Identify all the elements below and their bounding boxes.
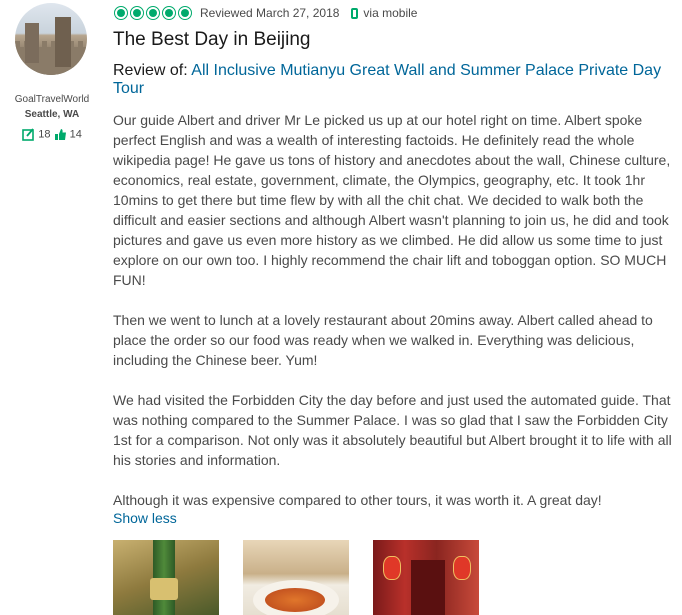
review-title[interactable]: The Best Day in Beijing: [113, 29, 311, 51]
review-of: Review of: All Inclusive Mutianyu Great …: [113, 62, 678, 98]
reviewer-username[interactable]: GoalTravelWorld: [0, 94, 104, 105]
rating-row: Reviewed March 27, 2018 via mobile: [114, 5, 417, 21]
mobile-phone-icon: [351, 7, 359, 19]
tour-link[interactable]: All Inclusive Mutianyu Great Wall and Su…: [113, 62, 661, 97]
reviewed-date: Reviewed March 27, 2018: [200, 6, 340, 20]
helpful-votes-count: 14: [69, 128, 82, 141]
show-less-link[interactable]: Show less: [113, 510, 177, 526]
review-photo-building[interactable]: [373, 540, 479, 615]
review-count-icon: [22, 128, 34, 141]
rating-bubble-icon: [130, 6, 144, 20]
review-paragraph: Our guide Albert and driver Mr Le picked…: [113, 112, 671, 288]
review-paragraph: Then we went to lunch at a lovely restau…: [113, 312, 653, 368]
review-of-label: Review of:: [113, 62, 188, 79]
rating-bubble-icon: [146, 6, 160, 20]
review-paragraph: We had visited the Forbidden City the da…: [113, 392, 672, 468]
rating-bubble-icon: [178, 6, 192, 20]
review-body: Our guide Albert and driver Mr Le picked…: [113, 110, 677, 530]
reviewer-stats: 18 14: [0, 128, 104, 141]
review-paragraph: Although it was expensive compared to ot…: [113, 492, 602, 508]
rating-bubble-icon: [162, 6, 176, 20]
reviewer-location: Seattle, WA: [24, 109, 80, 120]
thumbs-up-icon: [54, 129, 66, 140]
review-photo-beer[interactable]: [113, 540, 219, 615]
avatar[interactable]: [15, 3, 87, 75]
review-photo-food[interactable]: [243, 540, 349, 615]
rating-bubble-icon: [114, 6, 128, 20]
via-mobile-label: via mobile: [363, 6, 418, 20]
review-count: 18: [38, 128, 51, 141]
